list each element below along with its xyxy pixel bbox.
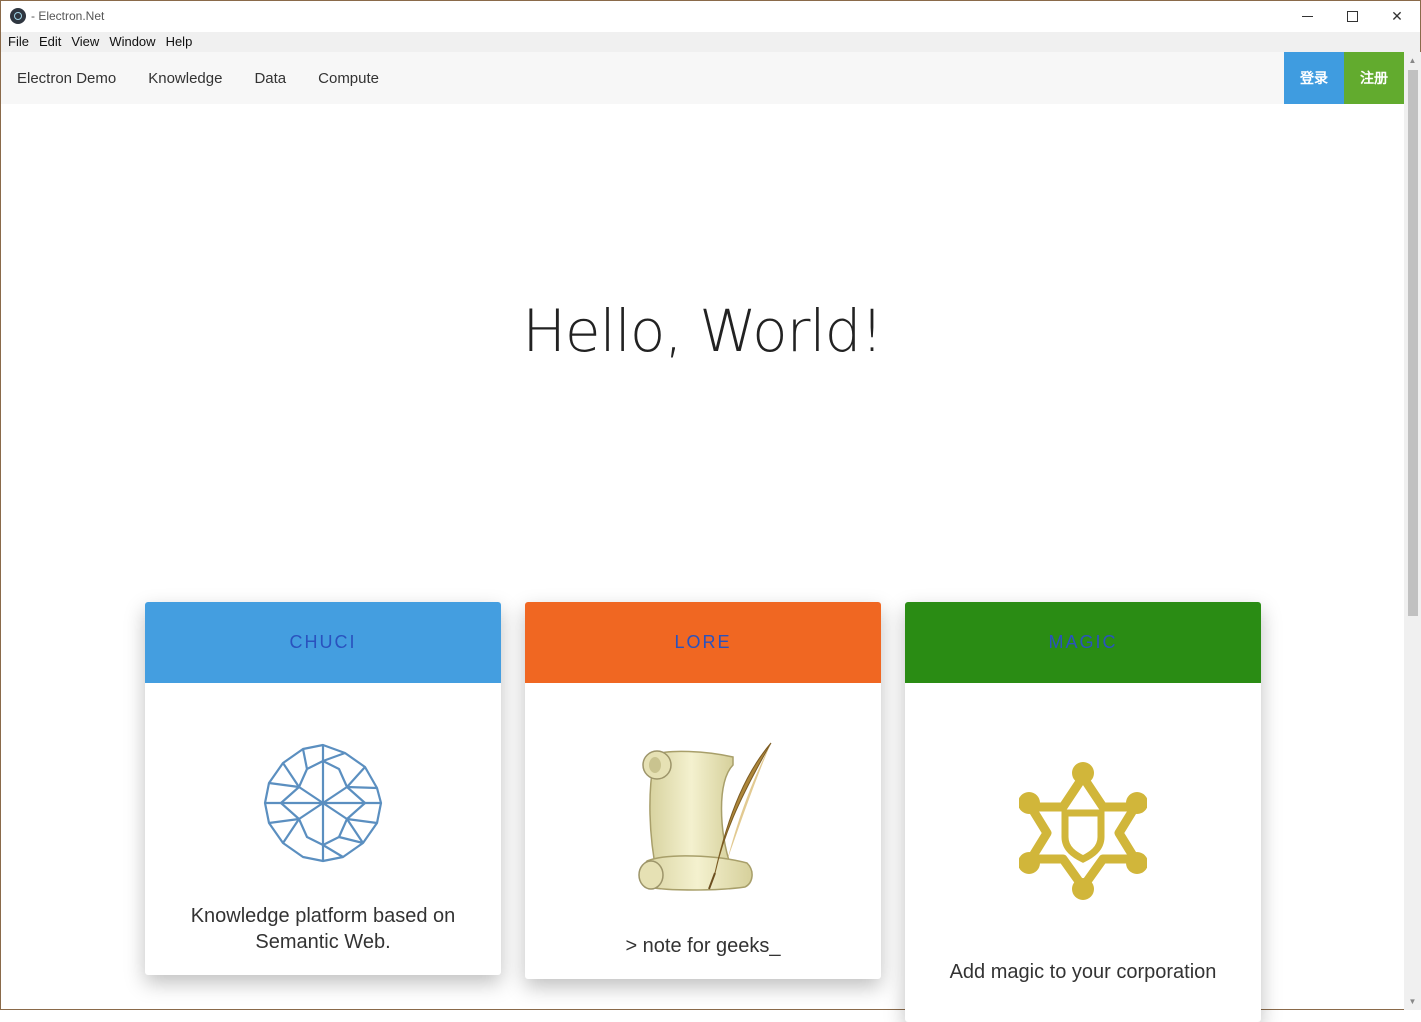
card-chuci[interactable]: CHUCI Knowledge platform based on Semant… bbox=[145, 602, 501, 975]
app-window: - Electron.Net ✕ File Edit View Window H… bbox=[0, 0, 1421, 1022]
card-description: > note for geeks_ bbox=[625, 935, 781, 957]
electron-app-icon bbox=[10, 8, 26, 24]
star-shield-icon bbox=[1019, 762, 1147, 900]
maximize-icon bbox=[1346, 11, 1358, 22]
rosette-icon bbox=[263, 743, 383, 863]
card-description: Add magic to your corporation bbox=[949, 961, 1217, 983]
login-button[interactable]: 登录 bbox=[1284, 52, 1344, 104]
nav-electron-demo[interactable]: Electron Demo bbox=[17, 70, 116, 87]
card-lore[interactable]: LORE > note for geeks_ bbox=[525, 602, 881, 979]
card-magic[interactable]: MAGIC Add magic to your corporation bbox=[905, 602, 1261, 1022]
scroll-quill-icon bbox=[638, 742, 772, 891]
menu-window[interactable]: Window bbox=[104, 32, 160, 52]
scroll-thumb[interactable] bbox=[1408, 70, 1418, 616]
hero-heading: Hello, World! bbox=[522, 297, 883, 365]
minimize-icon bbox=[1301, 16, 1313, 17]
maximize-button[interactable] bbox=[1329, 1, 1375, 32]
card-header: LORE bbox=[525, 602, 881, 683]
card-description: Knowledge platform based on Semantic Web… bbox=[190, 905, 456, 953]
window-title: - Electron.Net bbox=[31, 9, 105, 23]
menu-file[interactable]: File bbox=[3, 32, 34, 52]
register-button[interactable]: 注册 bbox=[1344, 52, 1404, 104]
nav-links: Electron Demo Knowledge Data Compute bbox=[1, 52, 395, 104]
scroll-down-arrow-icon[interactable]: ▼ bbox=[1404, 993, 1421, 1010]
card-header: MAGIC bbox=[905, 602, 1261, 683]
menu-help[interactable]: Help bbox=[161, 32, 198, 52]
nav-compute[interactable]: Compute bbox=[318, 70, 379, 87]
menu-bar: File Edit View Window Help bbox=[1, 32, 1420, 52]
app-navbar: Electron Demo Knowledge Data Compute 登录 … bbox=[1, 52, 1404, 104]
close-icon: ✕ bbox=[1391, 8, 1403, 24]
card-header: CHUCI bbox=[145, 602, 501, 683]
close-button[interactable]: ✕ bbox=[1374, 1, 1420, 32]
scroll-up-arrow-icon[interactable]: ▲ bbox=[1404, 52, 1421, 69]
menu-edit[interactable]: Edit bbox=[34, 32, 66, 52]
minimize-button[interactable] bbox=[1284, 1, 1330, 32]
nav-data[interactable]: Data bbox=[254, 70, 286, 87]
vertical-scrollbar[interactable]: ▲ ▼ bbox=[1404, 52, 1421, 1010]
menu-view[interactable]: View bbox=[66, 32, 104, 52]
nav-knowledge[interactable]: Knowledge bbox=[148, 70, 222, 87]
title-bar: - Electron.Net ✕ bbox=[1, 1, 1420, 32]
